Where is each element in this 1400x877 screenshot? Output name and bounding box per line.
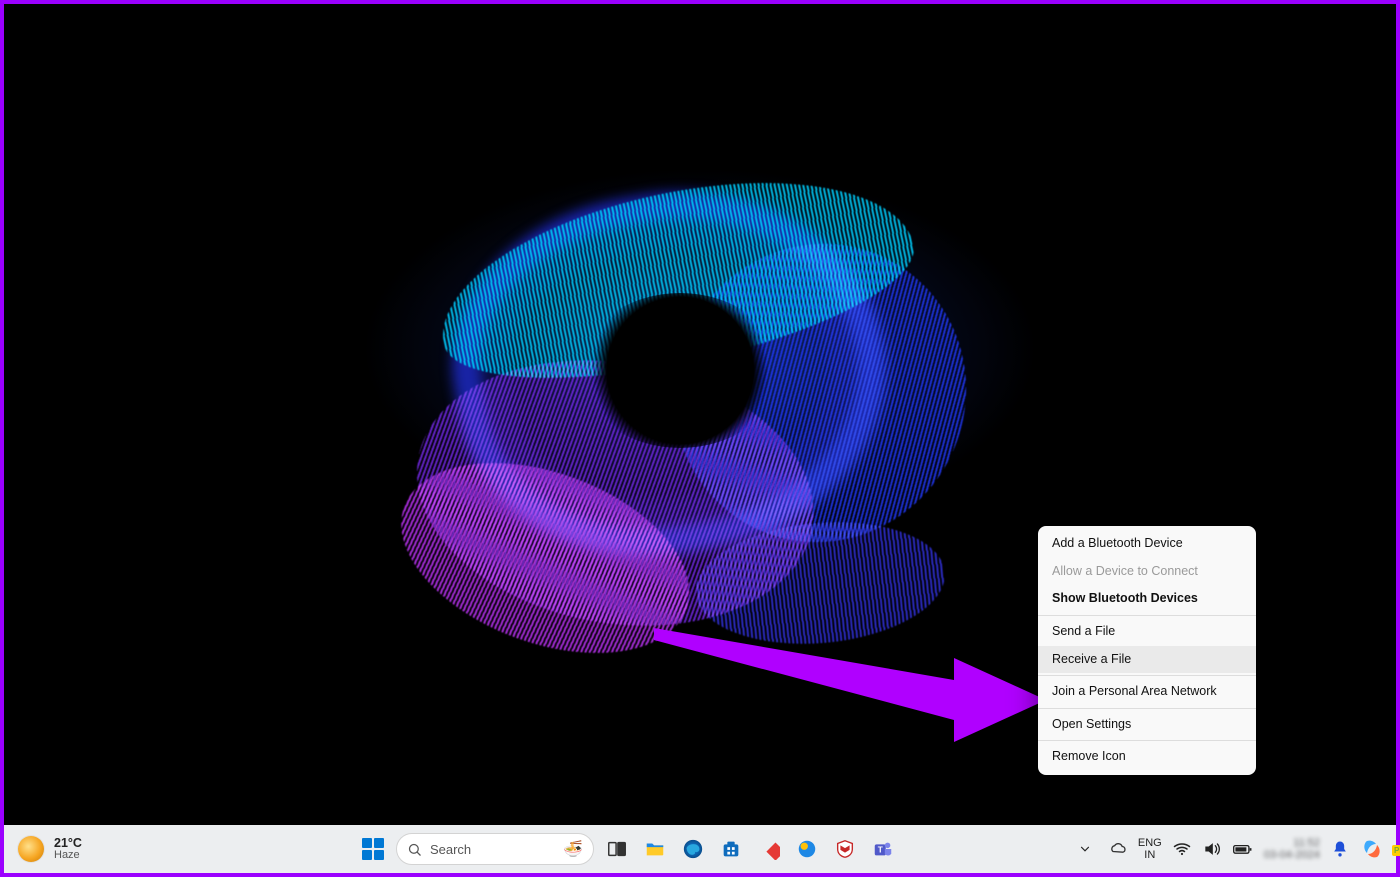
ctx-separator: [1038, 708, 1256, 709]
ctx-allow-connect: Allow a Device to Connect: [1038, 558, 1256, 586]
desktop-wallpaper[interactable]: Add a Bluetooth Device Allow a Device to…: [4, 4, 1396, 825]
file-explorer-button[interactable]: [640, 834, 670, 864]
task-view-button[interactable]: [602, 834, 632, 864]
ctx-join-pan[interactable]: Join a Personal Area Network: [1038, 678, 1256, 706]
search-box[interactable]: Search 🍜: [396, 833, 594, 865]
teams-button[interactable]: T: [868, 834, 898, 864]
weather-temp: 21°C: [54, 837, 82, 850]
ctx-show-devices[interactable]: Show Bluetooth Devices: [1038, 585, 1256, 613]
ctx-separator: [1038, 675, 1256, 676]
edge-button[interactable]: [678, 834, 708, 864]
start-button[interactable]: [358, 834, 388, 864]
time-text: 11:52: [1264, 837, 1320, 849]
app-red-diamond-button[interactable]: [754, 834, 784, 864]
bluetooth-context-menu: Add a Bluetooth Device Allow a Device to…: [1038, 526, 1256, 775]
ctx-separator: [1038, 615, 1256, 616]
date-text: 03-04-2024: [1264, 849, 1320, 861]
ctx-separator: [1038, 740, 1256, 741]
wifi-tray-icon[interactable]: [1172, 834, 1192, 864]
weather-desc: Haze: [54, 850, 82, 862]
ctx-add-device[interactable]: Add a Bluetooth Device: [1038, 530, 1256, 558]
taskbar: 21°C Haze Search 🍜: [4, 825, 1396, 873]
notification-bell-icon[interactable]: [1330, 834, 1350, 864]
search-placeholder: Search: [430, 842, 471, 857]
language-bottom: IN: [1138, 849, 1162, 861]
microsoft-store-button[interactable]: [716, 834, 746, 864]
ctx-send-file[interactable]: Send a File: [1038, 618, 1256, 646]
language-top: ENG: [1138, 837, 1162, 849]
speaker-tray-icon[interactable]: [1202, 834, 1222, 864]
svg-text:T: T: [878, 846, 883, 855]
battery-tray-icon[interactable]: [1232, 834, 1254, 864]
language-indicator[interactable]: ENG IN: [1138, 837, 1162, 861]
clock[interactable]: 11:52 03-04-2024: [1264, 837, 1320, 861]
ctx-receive-file[interactable]: Receive a File: [1038, 646, 1256, 674]
copilot-badge: PRE: [1392, 845, 1400, 856]
wallpaper-graphic: [375, 163, 935, 583]
mcafee-button[interactable]: [830, 834, 860, 864]
search-suggestion-icon: 🍜: [563, 839, 583, 859]
app-globe-button[interactable]: [792, 834, 822, 864]
copilot-button[interactable]: PRE: [1360, 837, 1384, 861]
weather-widget[interactable]: 21°C Haze: [4, 836, 184, 862]
ctx-open-settings[interactable]: Open Settings: [1038, 711, 1256, 739]
search-icon: [407, 842, 422, 857]
tray-overflow-button[interactable]: [1072, 836, 1098, 862]
onedrive-tray-icon[interactable]: [1108, 834, 1128, 864]
ctx-remove-icon[interactable]: Remove Icon: [1038, 743, 1256, 771]
weather-icon: [18, 836, 44, 862]
